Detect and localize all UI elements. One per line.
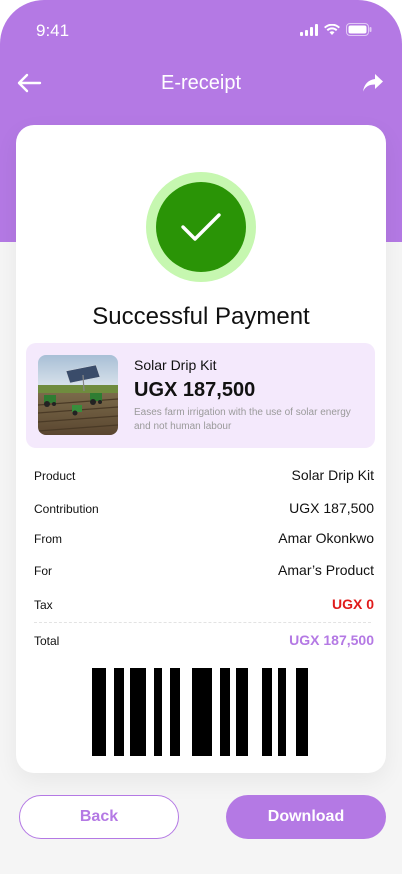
detail-row-from: From Amar Okonkwo xyxy=(34,530,374,550)
detail-label: Tax xyxy=(34,598,53,612)
share-forward-icon[interactable] xyxy=(362,73,384,93)
detail-row-contribution: Contribution UGX 187,500 xyxy=(34,500,374,520)
checkmark-icon xyxy=(181,213,221,241)
phone-screen: 9:41 E-receipt Successful Payment Solar … xyxy=(0,0,402,874)
product-image xyxy=(38,355,118,435)
back-button[interactable]: Back xyxy=(19,795,179,839)
detail-label: Contribution xyxy=(34,502,99,516)
product-summary: Solar Drip Kit UGX 187,500 Eases farm ir… xyxy=(26,343,375,448)
download-button[interactable]: Download xyxy=(226,795,386,839)
detail-label: Product xyxy=(34,469,76,483)
status-icons xyxy=(300,23,372,36)
detail-label: From xyxy=(34,532,62,546)
product-description: Eases farm irrigation with the use of so… xyxy=(134,407,351,432)
signal-icon xyxy=(300,23,318,36)
success-title: Successful Payment xyxy=(92,303,310,330)
total-label: Total xyxy=(34,634,60,648)
detail-value: Amar’s Product xyxy=(278,562,374,578)
product-price: UGX 187,500 xyxy=(134,379,256,401)
tax-value: UGX 0 xyxy=(331,596,374,612)
barcode xyxy=(92,668,308,756)
detail-value: Solar Drip Kit xyxy=(291,467,374,483)
detail-value: Amar Okonkwo xyxy=(278,530,374,546)
detail-row-for: For Amar’s Product xyxy=(34,562,374,582)
page-title: E-receipt xyxy=(160,72,242,94)
receipt-card: Successful Payment Solar Drip Kit UGX 18… xyxy=(16,125,386,773)
status-time: 9:41 xyxy=(36,21,70,40)
detail-row-tax: Tax UGX 0 xyxy=(34,596,374,616)
detail-value: UGX 187,500 xyxy=(289,500,374,516)
detail-row-total: Total UGX 187,500 xyxy=(34,632,374,652)
product-name: Solar Drip Kit xyxy=(134,357,217,373)
detail-row-product: Product Solar Drip Kit xyxy=(34,467,374,487)
wifi-icon xyxy=(324,23,340,35)
total-value: UGX 187,500 xyxy=(289,632,374,648)
total-divider xyxy=(34,622,371,623)
detail-label: For xyxy=(34,564,52,578)
success-badge xyxy=(146,172,256,282)
battery-icon xyxy=(346,23,372,36)
